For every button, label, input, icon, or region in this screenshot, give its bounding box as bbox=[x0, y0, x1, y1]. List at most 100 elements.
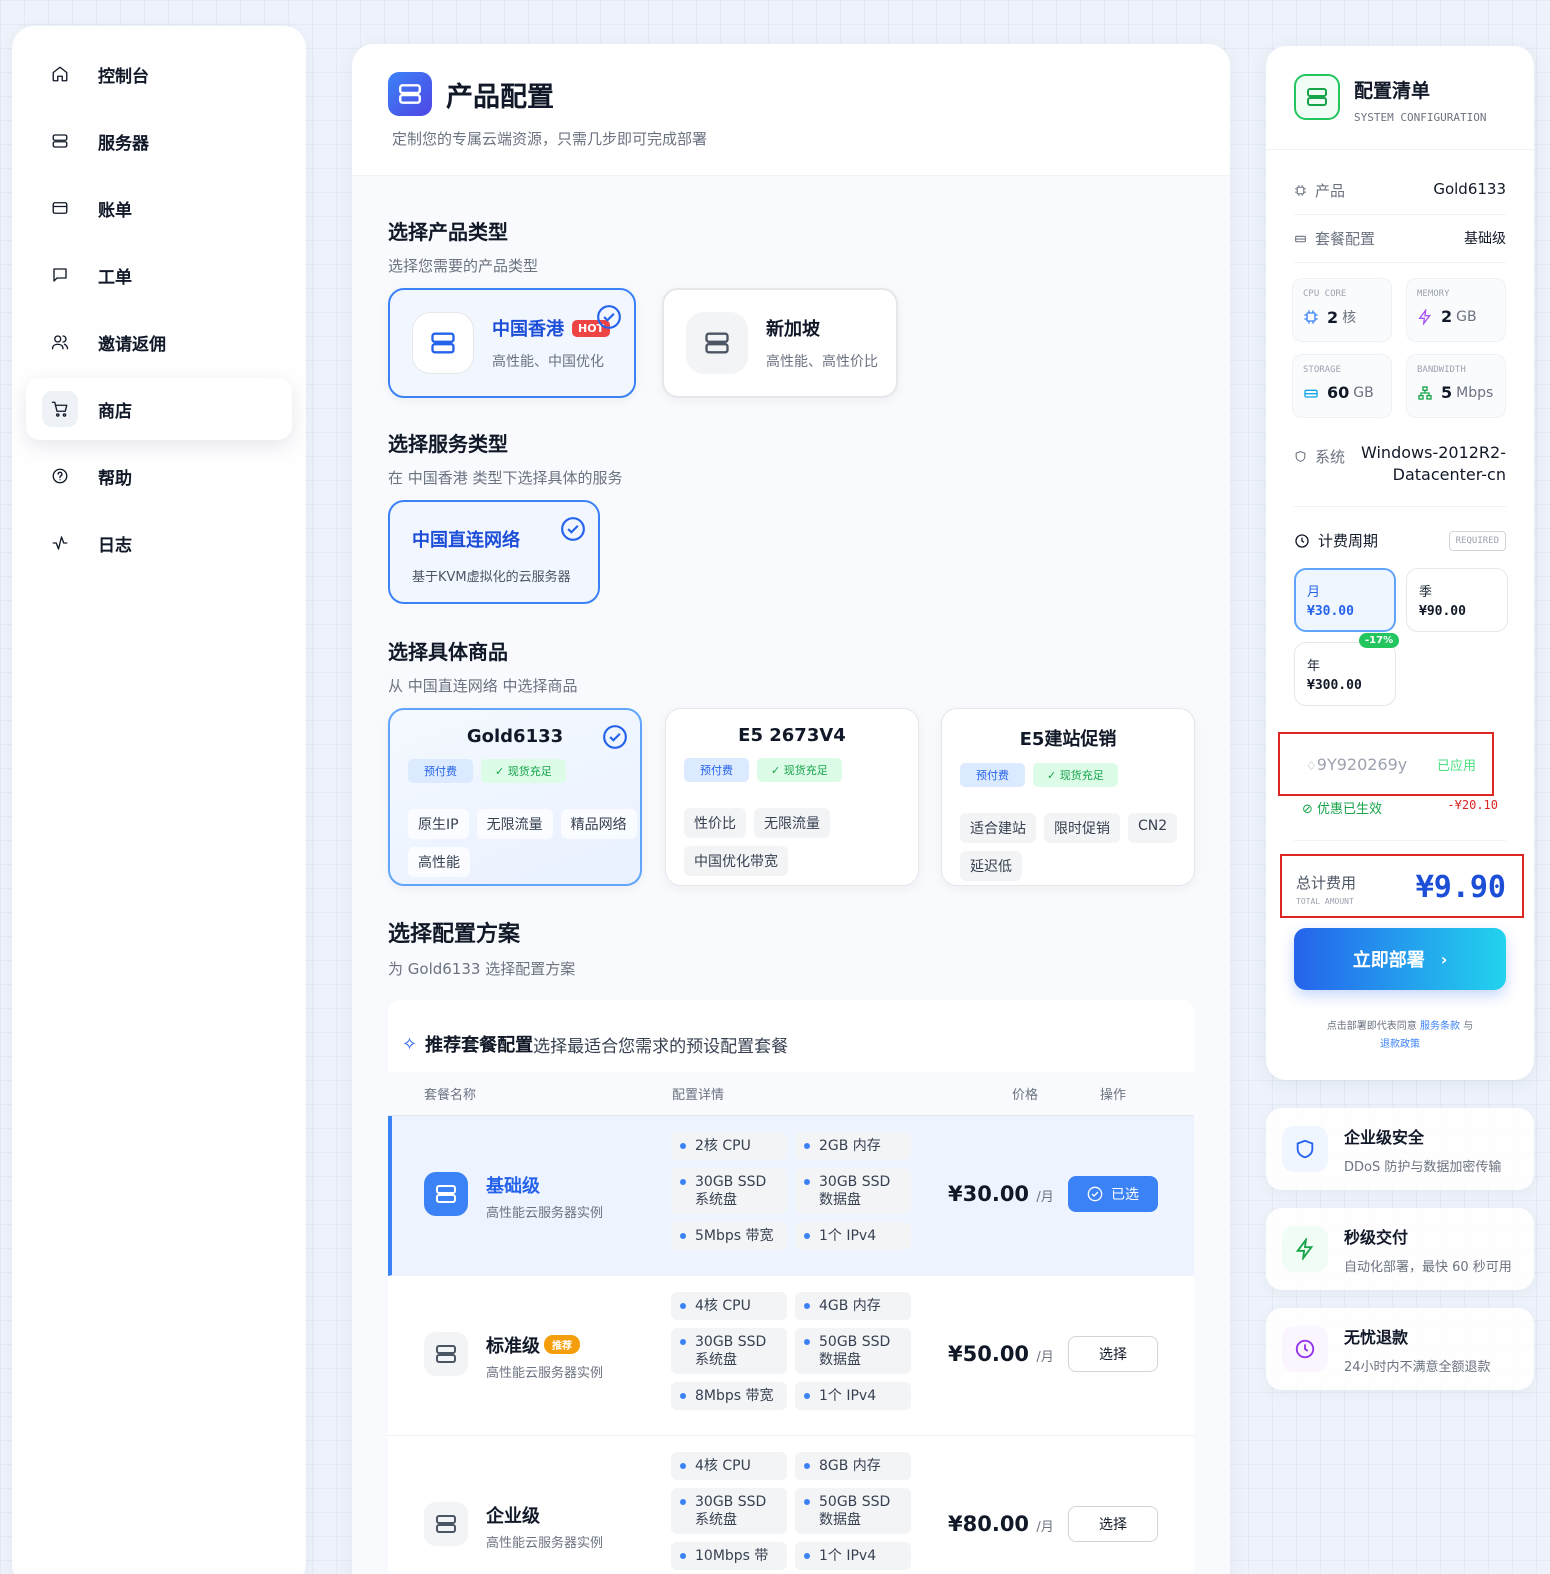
sidebar: 控制台 服务器 账单 工单 邀请返佣 商店 帮助 日志 bbox=[12, 26, 306, 1574]
product-name: Gold6133 bbox=[466, 726, 564, 747]
server-icon bbox=[424, 1172, 468, 1216]
prepaid-badge: 预付费 bbox=[684, 758, 749, 782]
plan-desc: 高性能云服务器实例 bbox=[486, 1366, 604, 1381]
spec-item: 2核 CPU bbox=[671, 1132, 787, 1160]
coupon-code: ♢9Y920269y bbox=[1306, 754, 1408, 774]
memory-spec-tile: MEMORY 2 GB bbox=[1406, 278, 1506, 342]
spec-item: 30GB SSD 数据盘 bbox=[795, 1168, 911, 1214]
select-button[interactable]: 选择 bbox=[1068, 1336, 1158, 1372]
deploy-button[interactable]: 立即部署 › bbox=[1294, 928, 1506, 990]
shield-icon bbox=[1282, 1126, 1328, 1172]
section-title: 选择产品类型 bbox=[388, 220, 508, 244]
product-type-desc: 高性能、中国优化 bbox=[492, 354, 604, 370]
discount-badge: -17% bbox=[1359, 633, 1400, 648]
product-card-e5-promo[interactable]: E5建站促销 预付费 ✓ 现货充足 适合建站 限时促销 CN2 延迟低 bbox=[941, 708, 1195, 886]
total-amount-box: 总计费用 TOTAL AMOUNT ¥9.90 bbox=[1280, 854, 1524, 918]
config-summary: 配置清单 SYSTEM CONFIGURATION 产品 Gold6133 套餐… bbox=[1266, 46, 1534, 1080]
cpu-spec-tile: CPU CORE 2核 bbox=[1292, 278, 1392, 342]
product-tag: 限时促销 bbox=[1044, 813, 1120, 843]
spec-item: 30GB SSD 系统盘 bbox=[671, 1488, 787, 1534]
sidebar-item-help[interactable]: 帮助 bbox=[26, 445, 292, 507]
stock-badge: ✓ 现货充足 bbox=[1033, 763, 1118, 787]
spec-item: 30GB SSD 系统盘 bbox=[671, 1168, 787, 1214]
prepaid-badge: 预付费 bbox=[960, 763, 1025, 787]
sidebar-item-billing[interactable]: 账单 bbox=[26, 177, 292, 239]
plan-price: ¥30.00 /月 bbox=[948, 1182, 1054, 1206]
product-tag: 无限流量 bbox=[754, 808, 830, 838]
sidebar-item-logs[interactable]: 日志 bbox=[26, 512, 292, 574]
credit-card-icon bbox=[48, 196, 72, 220]
sidebar-item-referral[interactable]: 邀请返佣 bbox=[26, 311, 292, 373]
sidebar-item-dashboard[interactable]: 控制台 bbox=[26, 43, 292, 105]
plan-desc: 高性能云服务器实例 bbox=[486, 1206, 604, 1221]
product-tag: 精品网络 bbox=[560, 809, 637, 839]
service-type-direct-network[interactable]: 中国直连网络 基于KVM虚拟化的云服务器 bbox=[388, 500, 600, 604]
sidebar-item-label: 日志 bbox=[98, 535, 132, 556]
plan-name: 企业级 bbox=[486, 1506, 540, 1527]
table-header: 套餐名称 配置详情 价格 操作 bbox=[388, 1072, 1194, 1116]
summary-subtitle: SYSTEM CONFIGURATION bbox=[1354, 111, 1487, 124]
product-card-gold6133[interactable]: Gold6133 预付费 ✓ 现货充足 原生IP 无限流量 精品网络 高性能 bbox=[388, 708, 642, 886]
table-row[interactable]: 基础级 高性能云服务器实例 2核 CPU 2GB 内存 30GB SSD 系统盘… bbox=[388, 1116, 1194, 1276]
spec-item: 8GB 内存 bbox=[795, 1452, 911, 1480]
service-type-section: 选择服务类型 在 中国香港 类型下选择具体的服务 bbox=[388, 428, 623, 488]
check-circle-icon bbox=[560, 516, 586, 542]
sparkles-icon: ✧ bbox=[402, 1033, 418, 1055]
sidebar-item-label: 服务器 bbox=[98, 133, 149, 154]
cycle-month[interactable]: 月 ¥30.00 bbox=[1294, 568, 1396, 632]
plan-name: 基础级 bbox=[486, 1176, 540, 1197]
product-tag: 原生IP bbox=[408, 809, 469, 839]
hard-drive-icon bbox=[1304, 389, 1318, 398]
prepaid-badge: 预付费 bbox=[408, 759, 473, 783]
billing-cycle-header: 计费周期 REQUIRED bbox=[1294, 530, 1506, 551]
feature-refund: 无忧退款 24小时内不满意全额退款 bbox=[1266, 1308, 1534, 1390]
stock-badge: ✓ 现货充足 bbox=[757, 758, 842, 782]
cpu-icon bbox=[1295, 185, 1306, 196]
sidebar-item-store[interactable]: 商店 bbox=[26, 378, 292, 440]
required-badge: REQUIRED bbox=[1448, 530, 1506, 551]
chevron-right-icon: › bbox=[1440, 949, 1448, 969]
spec-item: 1个 IPv4 bbox=[795, 1382, 911, 1410]
page-header: 产品配置 定制您的专属云端资源，只需几步即可完成部署 bbox=[352, 44, 1230, 176]
product-card-e5-2673v4[interactable]: E5 2673V4 预付费 ✓ 现货充足 性价比 无限流量 中国优化带宽 bbox=[665, 708, 919, 886]
cycle-quarter[interactable]: 季 ¥90.00 bbox=[1406, 568, 1508, 632]
server-icon bbox=[388, 72, 432, 116]
sidebar-item-label: 工单 bbox=[98, 267, 132, 288]
help-circle-icon bbox=[48, 464, 72, 488]
summary-title: 配置清单 bbox=[1354, 80, 1431, 102]
check-circle-icon bbox=[1087, 1186, 1103, 1202]
sidebar-item-tickets[interactable]: 工单 bbox=[26, 244, 292, 306]
sidebar-item-label: 帮助 bbox=[98, 468, 132, 489]
table-row[interactable]: 标准级 推荐 高性能云服务器实例 4核 CPU 4GB 内存 30GB SSD 系… bbox=[388, 1276, 1194, 1436]
network-icon bbox=[1418, 385, 1432, 400]
total-amount: ¥9.90 bbox=[1415, 870, 1506, 905]
summary-plan: 套餐配置 基础级 bbox=[1294, 228, 1506, 249]
section-subtitle: 在 中国香港 类型下选择具体的服务 bbox=[388, 469, 623, 487]
col-name: 套餐名称 bbox=[424, 1088, 477, 1103]
refund-policy-link[interactable]: 退款政策 bbox=[1380, 1039, 1420, 1050]
coupon-field[interactable]: ♢9Y920269y 已应用 bbox=[1278, 732, 1494, 796]
spec-item: 8Mbps 带宽 bbox=[671, 1382, 787, 1410]
cpu-icon bbox=[1304, 310, 1318, 324]
spec-item: 4核 CPU bbox=[671, 1452, 787, 1480]
terms-of-service-link[interactable]: 服务条款 bbox=[1420, 1021, 1460, 1032]
product-type-singapore[interactable]: 新加坡 高性能、高性价比 bbox=[662, 288, 898, 398]
product-tag: 高性能 bbox=[408, 847, 470, 877]
select-button[interactable]: 选择 bbox=[1068, 1506, 1158, 1542]
goods-section: 选择具体商品 从 中国直连网络 中选择商品 bbox=[388, 636, 578, 696]
spec-item: 4核 CPU bbox=[671, 1292, 787, 1320]
selected-button[interactable]: 已选 bbox=[1068, 1176, 1158, 1212]
cycle-year[interactable]: 年 ¥300.00 -17% bbox=[1294, 633, 1400, 706]
col-detail: 配置详情 bbox=[672, 1088, 725, 1103]
section-subtitle: 选择您需要的产品类型 bbox=[388, 257, 539, 275]
product-name: E5建站促销 bbox=[1019, 729, 1117, 750]
sidebar-item-servers[interactable]: 服务器 bbox=[26, 110, 292, 172]
col-action: 操作 bbox=[1100, 1088, 1127, 1103]
product-type-hongkong[interactable]: 中国香港 HOT 高性能、中国优化 bbox=[388, 288, 636, 398]
clock-icon bbox=[1295, 533, 1309, 548]
summary-os: 系统 Windows-2012R2- Datacenter-cn bbox=[1294, 442, 1506, 486]
spec-item: 2GB 内存 bbox=[795, 1132, 911, 1160]
table-row[interactable]: 企业级 高性能云服务器实例 4核 CPU 8GB 内存 30GB SSD 系统盘… bbox=[388, 1436, 1194, 1574]
plan-price: ¥50.00 /月 bbox=[948, 1342, 1054, 1366]
shield-icon bbox=[1295, 451, 1306, 462]
